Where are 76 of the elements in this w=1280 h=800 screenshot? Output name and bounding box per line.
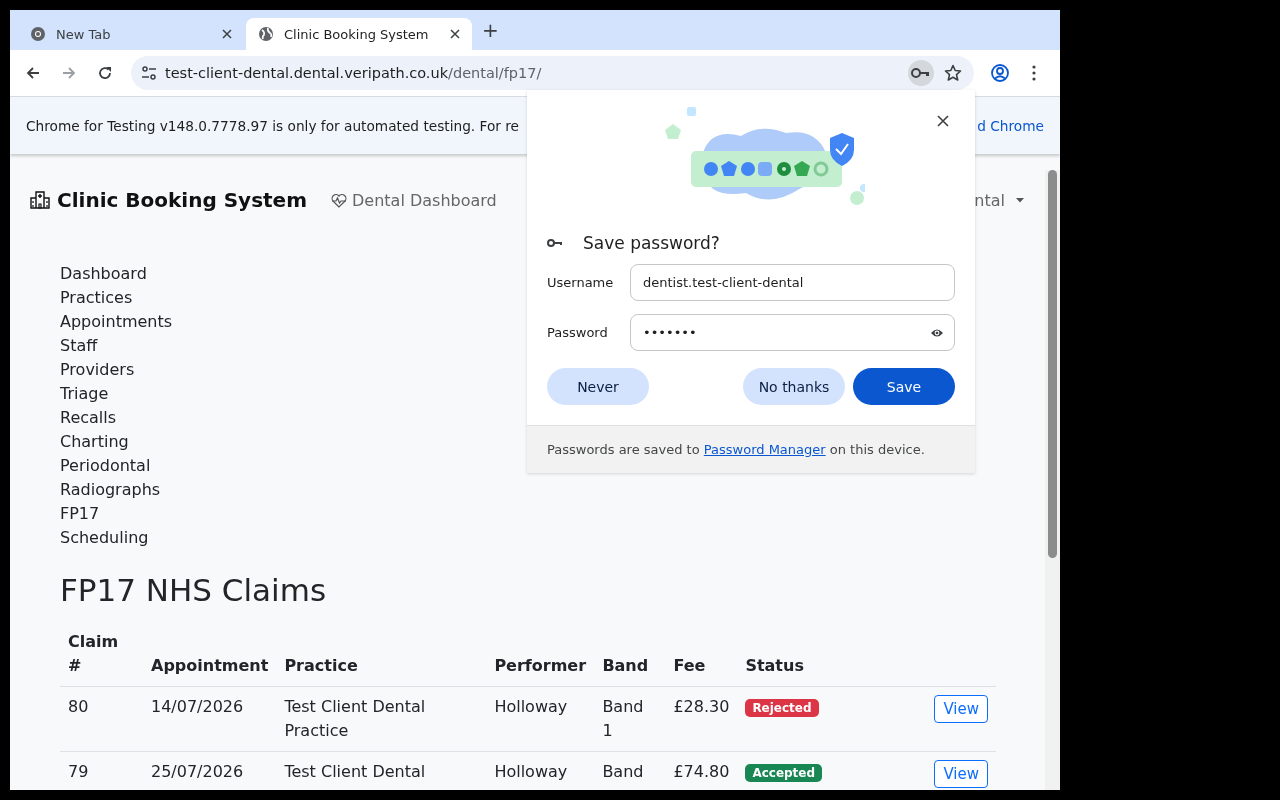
page-title: FP17 NHS Claims (60, 572, 328, 608)
column-header: Practice (276, 622, 487, 687)
close-icon[interactable] (937, 115, 949, 127)
table-cell: 79 (60, 751, 143, 790)
nav-link[interactable]: Practices (60, 286, 133, 310)
nav-link[interactable]: Providers (60, 358, 135, 382)
table-cell: Holloway (486, 751, 595, 790)
nav-link[interactable]: Staff (60, 334, 98, 358)
footer-text: Passwords are saved to Password Manager on this device. (547, 442, 925, 457)
field-label: Username (547, 275, 615, 290)
profile-icon[interactable] (990, 63, 1010, 83)
heart-pulse-icon (331, 192, 347, 208)
table-cell: £74.80 (665, 751, 738, 790)
status-label: Rejected (745, 699, 819, 717)
info-message: Chrome for Testing v148.0.7778.97 is only for automated testing. For re (26, 117, 519, 134)
nav-link[interactable]: Radiographs (60, 478, 161, 502)
url-text: test-client-dental.dental.veripath.co.uk/dental/fp17/ (165, 65, 543, 81)
dialog-title: Save password? (583, 233, 720, 253)
info-link[interactable]: d Chrome (977, 117, 1044, 134)
table-cell: 80 (60, 686, 143, 752)
save-button[interactable]: Save (853, 368, 955, 405)
field-label: Password (547, 325, 609, 340)
back-icon[interactable] (25, 65, 41, 81)
caret-icon (1015, 197, 1025, 203)
column-header: Claim # (60, 622, 143, 687)
column-header: Status (737, 622, 886, 687)
nav-link[interactable]: Triage (60, 382, 109, 406)
table-cell: Holloway (486, 686, 595, 752)
table-cell: 25/07/2026 (143, 751, 277, 790)
table-cell: Band (594, 751, 666, 790)
scrollbar[interactable] (1045, 170, 1060, 790)
nav-link[interactable]: FP17 (60, 502, 100, 526)
key-icon (547, 238, 563, 248)
user-menu[interactable]: ntal (974, 190, 1025, 210)
eye-icon[interactable] (930, 327, 944, 338)
status-label: Accepted (745, 764, 823, 782)
dialog-button[interactable]: Never (547, 368, 649, 405)
table-cell: £28.30 (665, 686, 738, 752)
globe-icon (258, 26, 274, 42)
new-tab-button[interactable]: + (474, 18, 509, 48)
table-cell: Test Client Dental (276, 751, 487, 790)
password-key-button[interactable] (908, 60, 934, 86)
table-cell: Test Client Dental Practice (276, 686, 487, 752)
forward-icon[interactable] (61, 65, 77, 81)
close-icon[interactable] (222, 29, 232, 39)
table-cell: Band 1 (594, 686, 666, 752)
nav-link[interactable]: Charting (60, 430, 129, 454)
password-field[interactable]: ••••••• (630, 314, 955, 351)
hospital-icon (30, 190, 50, 210)
browser-tab[interactable]: New Tab (18, 18, 244, 50)
star-icon[interactable] (944, 64, 962, 82)
view-button[interactable]: View (934, 760, 988, 788)
key-icon (911, 67, 931, 79)
chrome-icon (30, 26, 46, 42)
close-icon[interactable] (450, 29, 460, 39)
password-manager-link[interactable]: Password Manager (703, 442, 826, 457)
column-header: Performer (486, 622, 595, 687)
nav-link[interactable]: Dashboard (60, 262, 147, 286)
nav-link[interactable]: Recalls (60, 406, 117, 430)
nav-link[interactable]: Scheduling (60, 526, 149, 550)
dialog-button[interactable]: No thanks (743, 368, 845, 405)
site-settings-icon[interactable] (141, 66, 157, 80)
view-button[interactable]: View (934, 695, 988, 723)
reload-icon[interactable] (97, 65, 113, 81)
address-bar[interactable]: test-client-dental.dental.veripath.co.uk/dental/fp17/ (131, 56, 974, 90)
brand-title[interactable]: Clinic Booking System (57, 188, 307, 212)
column-header: Fee (665, 622, 738, 687)
menu-icon[interactable] (1032, 65, 1036, 81)
table-cell: 14/07/2026 (143, 686, 277, 752)
username-field[interactable]: dentist.test-client-dental (630, 264, 955, 301)
nav-link[interactable]: Periodontal (60, 454, 151, 478)
nav-link[interactable]: Appointments (60, 310, 173, 334)
column-header: Appointment (143, 622, 277, 687)
column-header: Band (594, 622, 666, 687)
browser-tab[interactable]: Clinic Booking System (246, 18, 472, 50)
dashboard-link[interactable]: Dental Dashboard (331, 190, 497, 210)
